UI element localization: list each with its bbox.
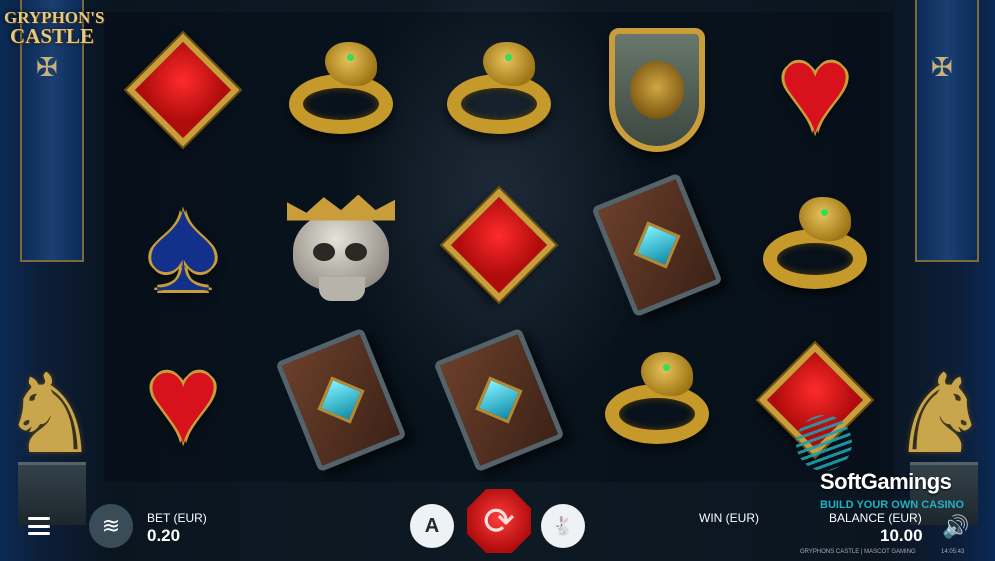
spell-book-icon [420, 322, 578, 477]
pedestal-left [18, 462, 86, 525]
bet-coins-button[interactable]: ≋ [89, 504, 133, 548]
spell-book-icon [578, 167, 736, 322]
red-heart-icon: ♥ [146, 330, 220, 469]
reel-grid: ♥ ♠ ♥ [104, 12, 894, 482]
logo-line-2: CASTLE [10, 24, 95, 48]
speaker-icon: 🔊 [942, 514, 970, 539]
gold-eagle-ring-icon [262, 12, 420, 167]
blue-spade-icon: ♠ [147, 169, 219, 319]
bet-value: 0.20 [147, 526, 181, 545]
gold-eagle-ring-icon [420, 12, 578, 167]
win-label: WIN (EUR) [699, 511, 759, 525]
lion-shield-icon [578, 12, 736, 167]
gryphon-crest-icon: ✠ [931, 52, 953, 82]
menu-button[interactable] [28, 517, 50, 535]
softgamings-name: SoftGamings [820, 469, 952, 494]
spin-arrows-icon: ⟳ [483, 500, 515, 543]
footer-clock: 14:05:43 [941, 549, 965, 555]
gryphon-crest-icon: ✠ [36, 52, 58, 82]
gold-eagle-ring-icon [578, 322, 736, 477]
autoplay-button[interactable]: A [410, 504, 454, 548]
red-diamond-icon [420, 167, 578, 322]
sound-button[interactable]: 🔊 [942, 514, 969, 540]
turbo-button[interactable]: 🐇 [541, 504, 585, 548]
balance-value: 10.00 [880, 526, 923, 545]
red-heart-icon: ♥ [778, 20, 852, 159]
balance-label: BALANCE (EUR) [829, 511, 922, 525]
spell-book-icon [262, 322, 420, 477]
gryphon-statue-left: ♞ [0, 353, 100, 476]
crowned-skull-icon [262, 167, 420, 322]
bet-label: BET (EUR) [147, 511, 207, 525]
right-banner-pillar: ✠ [915, 0, 979, 262]
red-diamond-icon [104, 12, 262, 167]
softgamings-tagline: BUILD YOUR OWN CASINO [820, 499, 965, 511]
coins-icon: ≋ [101, 513, 121, 538]
gold-eagle-ring-icon [736, 167, 894, 322]
game-logo: GRYPHON'S CASTLE [4, 8, 114, 48]
gryphon-statue-right: ♞ [890, 353, 990, 476]
footer-game-info: GRYPHONS CASTLE | MASCOT GAMING [800, 549, 916, 555]
rabbit-icon: 🐇 [551, 515, 575, 536]
autoplay-icon: A [424, 514, 440, 537]
softgamings-logo-icon [796, 415, 852, 471]
